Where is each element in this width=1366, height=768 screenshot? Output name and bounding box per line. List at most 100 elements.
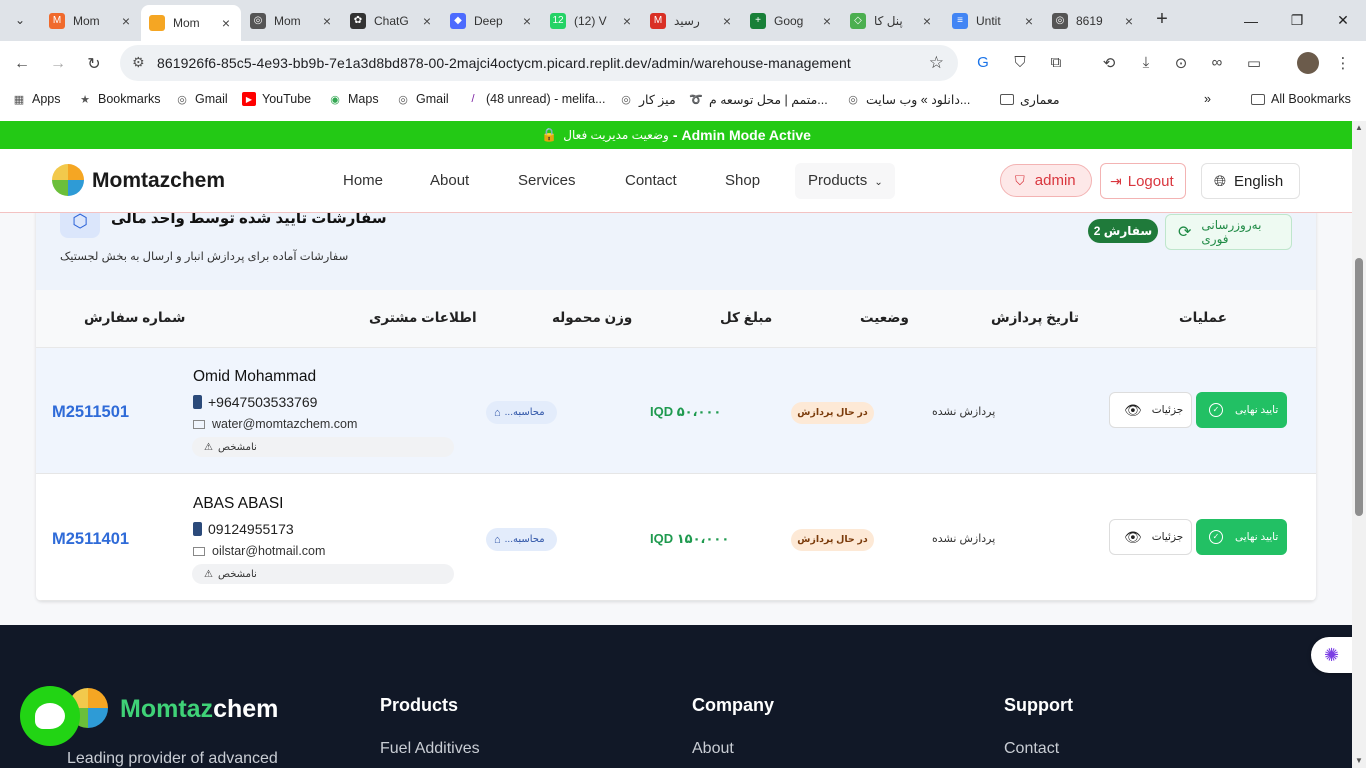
tab-title: Mom	[73, 13, 100, 28]
nav-services[interactable]: Services	[518, 172, 576, 189]
browser-tab[interactable]: ◇ پنل کا ×	[842, 6, 942, 35]
forward-arrow-icon[interactable]: →	[44, 50, 72, 78]
tab-favicon-icon: ✿	[350, 12, 366, 29]
momtazchem-logo-icon[interactable]	[52, 164, 84, 196]
language-switcher[interactable]: 🌐︎ English	[1201, 163, 1300, 199]
order-number-link[interactable]: M2511401	[52, 530, 129, 549]
browser-tab[interactable]: ◆ Deep ×	[442, 6, 542, 35]
bookmark-item[interactable]: ◎ میز کار	[619, 92, 675, 107]
restore-button[interactable]: ❐	[1274, 0, 1320, 41]
bookmark-item[interactable]: ★ Bookmarks	[78, 92, 160, 106]
more-bookmarks-button[interactable]: »	[1204, 92, 1211, 106]
admin-badge-button[interactable]: ⛉ admin	[1000, 164, 1092, 197]
details-button[interactable]: 👁︎ جزئیات	[1109, 392, 1192, 428]
address-bar[interactable]: ⚙ 861926f6-85c5-4e93-bb9b-7e1a3d8bd878-0…	[120, 45, 958, 81]
history-icon[interactable]: ⟲	[1098, 54, 1120, 74]
order-amount: IQD ۱۵۰،۰۰۰	[650, 531, 730, 546]
page-scrollbar[interactable]: ▲ ▼	[1352, 121, 1366, 768]
browser-tab[interactable]: + Goog ×	[742, 6, 842, 35]
nav-contact[interactable]: Contact	[625, 172, 677, 189]
scrollbar-thumb[interactable]	[1355, 258, 1363, 516]
translate-icon[interactable]: G	[972, 54, 994, 74]
tab-close-icon[interactable]: ×	[420, 13, 434, 29]
order-amount: IQD ۵۰،۰۰۰	[650, 404, 722, 419]
logout-button[interactable]: ⇥ Logout	[1100, 163, 1186, 199]
screenshot-icon[interactable]: ⊙	[1170, 54, 1192, 74]
browser-tab[interactable]: ✿ ChatG ×	[342, 6, 442, 35]
instant-refresh-button[interactable]: ⟳ بەروزرسانی فوری	[1165, 214, 1292, 250]
phone-icon	[193, 522, 202, 536]
bookmark-item[interactable]: ◎ Gmail	[175, 92, 227, 106]
tab-close-icon[interactable]: ×	[219, 15, 233, 31]
profile-avatar[interactable]	[1297, 52, 1319, 74]
tab-title: Deep	[474, 13, 503, 28]
tab-favicon-icon: ◆	[450, 12, 466, 29]
customer-email: water@momtazchem.com	[193, 417, 357, 431]
url-text[interactable]: 861926f6-85c5-4e93-bb9b-7e1a3d8bd878-00-…	[157, 55, 851, 71]
details-button[interactable]: 👁︎ جزئیات	[1109, 519, 1192, 555]
bookmark-item[interactable]: ➰ متمم | محل توسعه م...	[689, 92, 828, 107]
bookmark-item[interactable]: ◉ Maps	[328, 92, 378, 106]
tab-close-icon[interactable]: ×	[720, 13, 734, 29]
tab-close-icon[interactable]: ×	[920, 13, 934, 29]
final-confirm-button[interactable]: ✓ تایید نهایی	[1196, 519, 1287, 555]
scroll-up-arrow-icon[interactable]: ▲	[1354, 123, 1364, 132]
browser-tab[interactable]: M رسید ×	[642, 6, 742, 35]
tab-close-icon[interactable]: ×	[520, 13, 534, 29]
bookmark-item[interactable]: ▶ YouTube	[242, 92, 311, 106]
order-number-link[interactable]: M2511501	[52, 403, 129, 422]
brand-name[interactable]: Momtazchem	[92, 169, 225, 193]
new-tab-button[interactable]: +	[1150, 8, 1174, 32]
side-panel-icon[interactable]: ▭	[1243, 54, 1265, 74]
chat-widget-button[interactable]	[20, 686, 80, 746]
nav-products-dropdown[interactable]: Products ⌄	[795, 163, 895, 199]
tab-close-icon[interactable]: ×	[1122, 13, 1136, 29]
nav-home[interactable]: Home	[343, 172, 383, 189]
tab-close-icon[interactable]: ×	[119, 13, 133, 29]
download-icon[interactable]: ⤓	[1135, 54, 1157, 74]
customer-name: Omid Mohammad	[193, 368, 317, 385]
admin-mode-banner: 🔒 وضعیت مدیریت فعال - Admin Mode Active	[0, 121, 1352, 149]
browser-tab[interactable]: ◎ Mom ×	[242, 6, 342, 35]
final-confirm-button[interactable]: ✓ تایید نهایی	[1196, 392, 1287, 428]
footer-link-contact[interactable]: Contact	[1004, 740, 1059, 758]
link-icon[interactable]: ∞	[1206, 54, 1228, 74]
all-bookmarks-label: All Bookmarks	[1271, 92, 1351, 106]
browser-tab[interactable]: 12 (12) V ×	[542, 6, 642, 35]
browser-tab[interactable]: ≡ Untit ×	[944, 6, 1044, 35]
bookmark-star-icon[interactable]: ☆	[929, 53, 944, 73]
tab-close-icon[interactable]: ×	[320, 13, 334, 29]
customer-name: ABAS ABASI	[193, 495, 284, 512]
browser-tab[interactable]: Mom ×	[141, 5, 241, 41]
bookmark-item[interactable]: ◎ Gmail	[396, 92, 448, 106]
back-arrow-icon[interactable]: ←	[8, 50, 36, 78]
footer-link-about[interactable]: About	[692, 740, 734, 758]
browser-tab[interactable]: ◎ 8619 ×	[1044, 6, 1144, 35]
nav-about[interactable]: About	[430, 172, 469, 189]
nav-shop[interactable]: Shop	[725, 172, 760, 189]
tab-favicon-icon: 12	[550, 12, 566, 29]
table-row: M2511501 Omid Mohammad +9647503533769 wa…	[36, 348, 1316, 474]
reload-icon[interactable]: ↻	[80, 50, 108, 78]
browser-tab[interactable]: M Mom ×	[41, 6, 141, 35]
tab-close-icon[interactable]: ×	[620, 13, 634, 29]
bookmark-item[interactable]: معماری	[1000, 92, 1060, 107]
scroll-down-arrow-icon[interactable]: ▼	[1354, 756, 1364, 765]
footer-link-fuel-additives[interactable]: Fuel Additives	[380, 740, 480, 758]
shield-extension-icon[interactable]: ⛉	[1009, 54, 1031, 74]
bookmark-item[interactable]: ◎ دانلود » وب سایت...	[846, 92, 970, 107]
minimize-button[interactable]: —	[1228, 0, 1274, 41]
bookmark-item[interactable]: / (48 unread) - melifa...	[466, 92, 605, 106]
site-info-icon[interactable]: ⚙	[132, 54, 145, 71]
tab-close-icon[interactable]: ×	[820, 13, 834, 29]
eye-icon: 👁︎	[1124, 528, 1142, 545]
close-window-button[interactable]: ✕	[1320, 0, 1366, 41]
bookmark-item[interactable]: ▦ Apps	[12, 92, 61, 106]
browser-menu-icon[interactable]: ⋮	[1332, 54, 1354, 74]
tab-close-icon[interactable]: ×	[1022, 13, 1036, 29]
ai-assistant-brain-icon[interactable]: ✺	[1311, 637, 1352, 673]
tab-search-chevron-icon[interactable]: ⌄	[8, 8, 32, 32]
confirm-label: تایید نهایی	[1235, 531, 1279, 543]
all-bookmarks-button[interactable]: All Bookmarks	[1251, 92, 1351, 106]
extensions-icon[interactable]: ⧉	[1045, 54, 1067, 74]
